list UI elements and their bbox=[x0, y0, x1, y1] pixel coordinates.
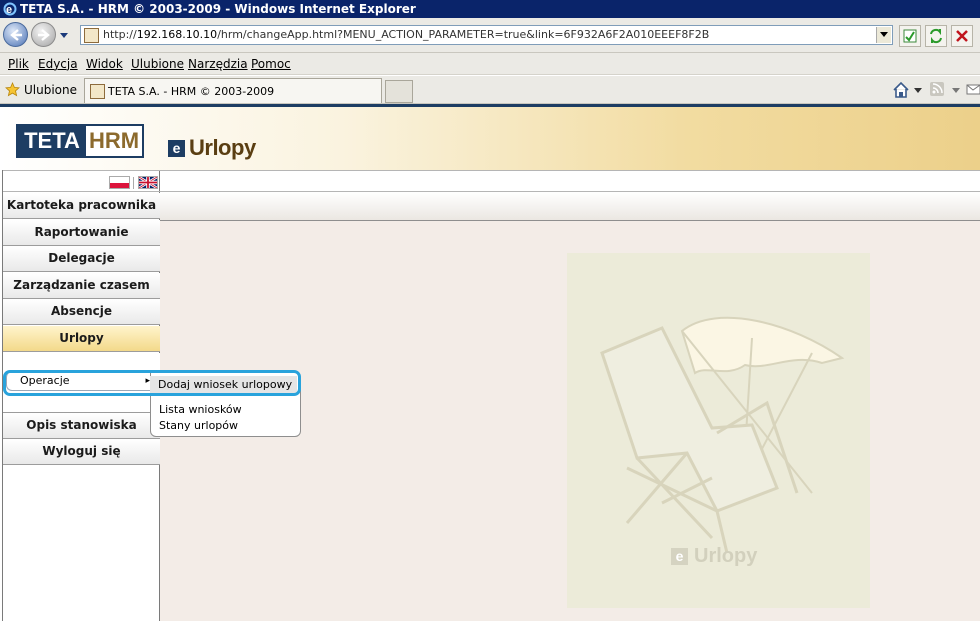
e-module-icon: e bbox=[671, 548, 688, 565]
tab-title: TETA S.A. - HRM © 2003-2009 bbox=[108, 85, 275, 98]
nav-leave[interactable]: Urlopy bbox=[3, 326, 160, 352]
compatibility-view-icon bbox=[903, 29, 917, 43]
module-title: e Urlopy bbox=[168, 135, 256, 161]
illustration-caption-text: Urlopy bbox=[694, 545, 758, 567]
new-tab-button[interactable] bbox=[385, 80, 413, 103]
address-toolbar: http://192.168.10.10/hrm/changeApp.html?… bbox=[0, 18, 980, 53]
url-text: http://192.168.10.10/hrm/changeApp.html?… bbox=[103, 28, 710, 41]
refresh-icon bbox=[930, 28, 942, 44]
favorites-button[interactable]: Ulubione bbox=[24, 83, 77, 97]
nav-logout[interactable]: Wyloguj się bbox=[3, 439, 160, 465]
menu-favorites[interactable]: Ulubione bbox=[131, 57, 184, 71]
window-title-bar: e TETA S.A. - HRM © 2003-2009 - Windows … bbox=[0, 0, 980, 18]
nav-employee-records[interactable]: Kartoteka pracownika bbox=[3, 193, 160, 219]
menu-tools[interactable]: Narzędzia bbox=[188, 57, 248, 71]
compatibility-view-button[interactable] bbox=[899, 25, 921, 47]
content-toolbar bbox=[160, 192, 980, 221]
back-arrow-icon bbox=[9, 28, 22, 41]
logo-teta: TETA bbox=[18, 126, 86, 156]
rss-feed-icon[interactable] bbox=[929, 81, 945, 97]
menu-bar: Plik Edycja Widok Ulubione Narzędzia Pom… bbox=[0, 53, 980, 75]
chevron-down-icon[interactable] bbox=[952, 88, 960, 94]
svg-text:e: e bbox=[6, 4, 12, 16]
refresh-button[interactable] bbox=[925, 25, 947, 47]
forward-arrow-icon bbox=[37, 28, 50, 41]
divider bbox=[133, 177, 134, 189]
star-icon[interactable] bbox=[5, 82, 20, 97]
recent-pages-dropdown-icon[interactable] bbox=[59, 30, 69, 40]
forward-button[interactable] bbox=[31, 22, 56, 47]
browser-tab-active[interactable]: TETA S.A. - HRM © 2003-2009 bbox=[84, 78, 382, 103]
menu-help[interactable]: Pomoc bbox=[251, 57, 291, 71]
teta-hrm-logo: TETA HRM bbox=[16, 124, 144, 158]
favorites-bar: Ulubione TETA S.A. - HRM © 2003-2009 bbox=[0, 76, 980, 104]
menu-item-request-list[interactable]: Lista wniosków bbox=[159, 403, 242, 416]
page-icon bbox=[84, 28, 99, 43]
address-dropdown-button[interactable] bbox=[876, 27, 891, 43]
content-top-strip bbox=[160, 170, 980, 192]
polish-flag-icon[interactable] bbox=[109, 176, 130, 189]
deckchair-illustration: e Urlopy bbox=[567, 253, 870, 608]
nav-job-description[interactable]: Opis stanowiska bbox=[3, 413, 160, 439]
home-icon[interactable] bbox=[892, 81, 910, 99]
chevron-down-icon bbox=[880, 32, 888, 37]
menu-view[interactable]: Widok bbox=[86, 57, 123, 71]
address-field[interactable]: http://192.168.10.10/hrm/changeApp.html?… bbox=[80, 25, 893, 45]
app-header: TETA HRM e Urlopy bbox=[0, 104, 980, 170]
page-icon bbox=[90, 84, 105, 99]
close-icon bbox=[956, 30, 968, 42]
language-switcher bbox=[3, 170, 160, 192]
module-title-text: Urlopy bbox=[189, 135, 256, 160]
illustration-caption: e Urlopy bbox=[671, 545, 757, 568]
e-module-icon: e bbox=[168, 139, 185, 157]
menu-file[interactable]: Plik bbox=[8, 57, 29, 71]
back-button[interactable] bbox=[3, 22, 28, 47]
focus-highlight-ring bbox=[3, 370, 301, 396]
menu-item-leave-balances[interactable]: Stany urlopów bbox=[159, 419, 238, 432]
window-title: TETA S.A. - HRM © 2003-2009 - Windows In… bbox=[20, 2, 416, 16]
nav-work-time[interactable]: Zarządzanie czasem pracy bbox=[3, 273, 160, 317]
mail-icon[interactable] bbox=[966, 81, 980, 97]
nav-delegations[interactable]: Delegacje bbox=[3, 246, 160, 272]
nav-reporting[interactable]: Raportowanie bbox=[3, 220, 160, 246]
logo-hrm: HRM bbox=[88, 128, 140, 153]
stop-button[interactable] bbox=[951, 25, 973, 47]
chevron-down-icon[interactable] bbox=[914, 88, 922, 94]
nav-absences[interactable]: Absencje bbox=[3, 299, 160, 325]
uk-flag-icon[interactable] bbox=[138, 176, 158, 189]
ie-logo-icon: e bbox=[3, 2, 17, 16]
menu-edit[interactable]: Edycja bbox=[38, 57, 78, 71]
